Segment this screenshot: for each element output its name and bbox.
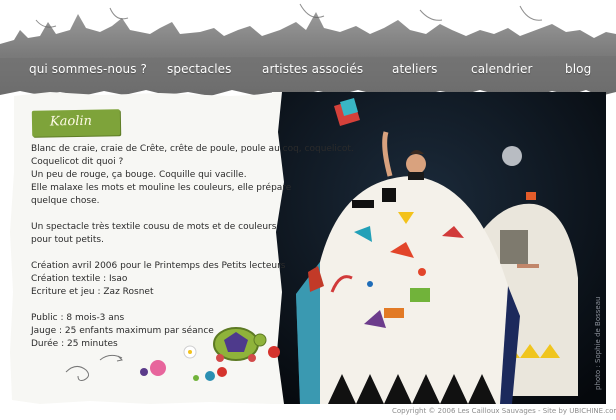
swirl-icon bbox=[65, 354, 124, 381]
nav-item-qui-sommes-nous[interactable]: qui sommes-nous ? bbox=[29, 62, 147, 76]
footer-copyright: Copyright © 2006 Les Cailloux Sauvages -… bbox=[392, 407, 616, 415]
description-line: Elle malaxe les mots et mouline les coul… bbox=[31, 183, 292, 193]
nav-item-spectacles[interactable]: spectacles bbox=[167, 62, 231, 76]
page-title: Kaolin bbox=[49, 113, 93, 130]
description-line: Coquelicot dit quoi ? bbox=[31, 157, 124, 167]
torn-banner-graphic bbox=[0, 3, 616, 96]
photo-credit: photo : Sophie de Bosseau bbox=[594, 296, 602, 390]
nav-item-artistes-associes[interactable]: artistes associés bbox=[262, 62, 363, 76]
credits-line: Création textile : Isao bbox=[31, 274, 128, 284]
description-line: quelque chose. bbox=[31, 196, 100, 206]
credits-line: Création avril 2006 pour le Printemps de… bbox=[31, 261, 286, 271]
description-line: Un spectacle très textile cousu de mots … bbox=[31, 222, 277, 232]
description-line: Blanc de craie, craie de Crête, crête de… bbox=[31, 144, 354, 154]
description-line: pour tout petits. bbox=[31, 235, 104, 245]
decorative-illustrations bbox=[65, 295, 280, 381]
description-line: Un peu de rouge, ça bouge. Coquille qui … bbox=[31, 170, 247, 180]
nav-item-calendrier[interactable]: calendrier bbox=[471, 62, 532, 76]
turtle-icon bbox=[213, 327, 267, 362]
main-nav: qui sommes-nous ? spectacles artistes as… bbox=[0, 62, 616, 84]
flower-icon bbox=[140, 345, 280, 381]
credits-line: Ecriture et jeu : Zaz Rosnet bbox=[31, 287, 154, 297]
page-title-tab: Kaolin bbox=[31, 109, 121, 137]
nav-item-blog[interactable]: blog bbox=[565, 62, 591, 76]
nav-banner: qui sommes-nous ? spectacles artistes as… bbox=[0, 0, 616, 100]
nav-item-ateliers[interactable]: ateliers bbox=[392, 62, 437, 76]
decorations bbox=[60, 295, 300, 400]
